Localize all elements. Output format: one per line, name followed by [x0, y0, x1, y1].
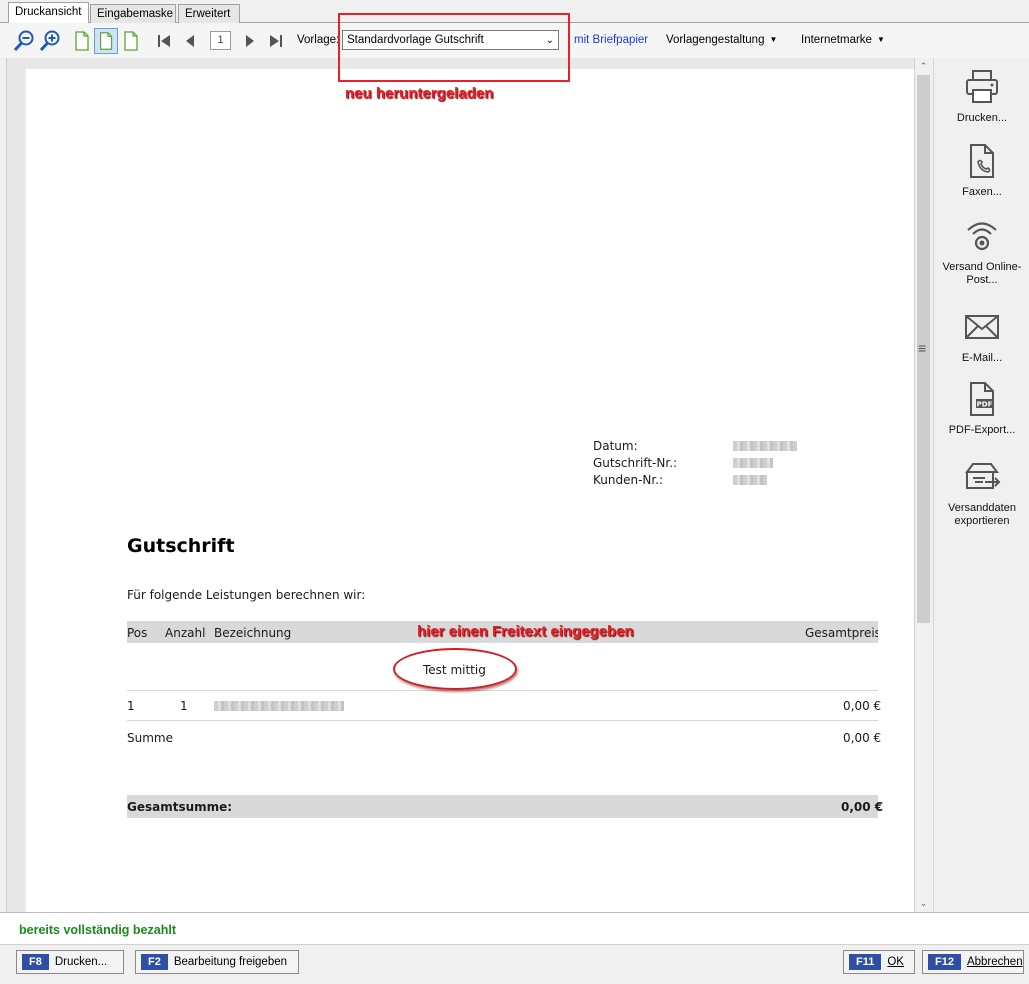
- fax-icon: [970, 144, 994, 178]
- column-bezeichnung: Bezeichnung: [214, 626, 292, 640]
- dropdown-arrow-icon: ▼: [876, 35, 885, 44]
- divider: [127, 690, 878, 691]
- column-gesamtpreis: Gesamtpreis: [805, 626, 878, 640]
- tab-eingabemaske[interactable]: Eingabemaske: [90, 4, 176, 23]
- footer-bar: F8 Drucken... F2 Bearbeitung freigeben F11…: [0, 944, 1029, 984]
- single-page-icon[interactable]: [70, 29, 94, 53]
- annotation-freetext-note: hier einen Freitext eingegeben: [417, 623, 634, 640]
- redacted-gutschrift-nr: [733, 458, 773, 468]
- action-panel: Drucken... Faxen... Versand Online-Post.…: [933, 58, 1029, 912]
- annotation-box: [338, 13, 570, 82]
- drucken-button[interactable]: F8 Drucken...: [16, 950, 124, 974]
- full-page-icon[interactable]: [119, 29, 143, 53]
- document-page: [26, 69, 914, 912]
- printer-icon: [966, 70, 998, 103]
- pdf-export-action-label: PDF-Export...: [948, 424, 1016, 436]
- print-action-label: Drucken...: [956, 112, 1008, 124]
- divider: [127, 720, 878, 721]
- summe-value: 0,00 €: [843, 731, 882, 745]
- payment-status: bereits vollständig bezahlt: [19, 923, 176, 937]
- gesamtsumme-label: Gesamtsumme:: [127, 800, 233, 814]
- bearbeitung-freigeben-button[interactable]: F2 Bearbeitung freigeben: [135, 950, 299, 974]
- annotation-ellipse: [393, 648, 517, 690]
- print-action[interactable]: Drucken...: [934, 68, 1029, 125]
- last-page-icon[interactable]: [264, 29, 288, 53]
- row-anzahl: 1: [180, 699, 188, 713]
- column-pos: Pos: [127, 626, 148, 640]
- redacted-datum: [733, 441, 797, 451]
- tab-druckansicht[interactable]: Druckansicht: [8, 2, 89, 24]
- intro-text: Für folgende Leistungen berechnen wir:: [127, 588, 366, 602]
- drucken-button-label: Drucken...: [54, 956, 108, 968]
- row-pos: 1: [127, 699, 135, 713]
- row-gesamtpreis: 0,00 €: [843, 699, 882, 713]
- gutschrift-nr-label: Gutschrift-Nr.:: [593, 456, 678, 470]
- next-page-icon[interactable]: [238, 29, 262, 53]
- svg-text:PDF: PDF: [977, 401, 993, 409]
- hotkey-badge: F2: [141, 954, 168, 970]
- internetmarke-menu[interactable]: Internetmarke ▼: [801, 34, 885, 46]
- status-bar: bereits vollständig bezahlt: [0, 912, 1029, 944]
- pdf-icon: PDF: [970, 382, 994, 416]
- hotkey-badge: F11: [849, 954, 882, 970]
- abbrechen-button-label: Abbrechen: [966, 956, 1023, 968]
- email-action[interactable]: E-Mail...: [934, 308, 1029, 365]
- versanddaten-action-label: Versanddaten exportieren: [948, 502, 1016, 527]
- online-post-action-label: Versand Online-Post...: [942, 261, 1022, 286]
- page-width-button[interactable]: [94, 28, 118, 54]
- scroll-down-icon[interactable]: ⌄: [915, 895, 932, 911]
- zoom-out-icon[interactable]: [12, 29, 36, 53]
- vorlagengestaltung-menu[interactable]: Vorlagengestaltung ▼: [666, 34, 777, 46]
- abbrechen-button[interactable]: F12 Abbrechen: [922, 950, 1024, 974]
- zoom-in-icon[interactable]: [38, 29, 62, 53]
- previous-page-icon[interactable]: [178, 29, 202, 53]
- gesamtsumme-row: [127, 795, 878, 818]
- fax-action[interactable]: Faxen...: [934, 142, 1029, 199]
- first-page-icon[interactable]: [152, 29, 176, 53]
- column-anzahl: Anzahl: [165, 626, 206, 640]
- redacted-bezeichnung: [214, 701, 344, 711]
- annotation-box-note: neu heruntergeladen: [345, 85, 494, 102]
- splitter-grip-icon[interactable]: ≡: [918, 340, 926, 356]
- email-action-label: E-Mail...: [961, 352, 1003, 364]
- internetmarke-label: Internetmarke: [801, 34, 872, 46]
- datum-label: Datum:: [593, 439, 638, 453]
- pdf-export-action[interactable]: PDF PDF-Export...: [934, 380, 1029, 437]
- ok-button[interactable]: F11 OK: [843, 950, 915, 974]
- vorlagengestaltung-label: Vorlagengestaltung: [666, 34, 765, 46]
- summe-label: Summe: [127, 731, 173, 745]
- document-title: Gutschrift: [127, 535, 235, 557]
- envelope-icon: [965, 315, 999, 339]
- bearbeitung-freigeben-label: Bearbeitung freigeben: [173, 956, 288, 968]
- online-post-icon: [967, 222, 997, 251]
- box-export-icon: [965, 463, 1001, 489]
- page-width-icon: [99, 32, 113, 50]
- dropdown-arrow-icon: ▼: [769, 35, 778, 44]
- vorlage-label: Vorlage:: [297, 34, 340, 46]
- hotkey-badge: F8: [22, 954, 49, 970]
- vertical-scrollbar[interactable]: ⌃ ⌄: [914, 58, 932, 912]
- online-post-action[interactable]: Versand Online-Post...: [934, 217, 1029, 287]
- fax-action-label: Faxen...: [962, 186, 1002, 198]
- briefpapier-link[interactable]: mit Briefpapier: [574, 34, 648, 46]
- ok-button-label: OK: [887, 956, 904, 968]
- kunden-nr-label: Kunden-Nr.:: [593, 473, 664, 487]
- scroll-up-icon[interactable]: ⌃: [915, 58, 932, 74]
- tab-erweitert[interactable]: Erweitert: [178, 4, 240, 23]
- versanddaten-action[interactable]: Versanddaten exportieren: [934, 458, 1029, 528]
- hotkey-badge: F12: [928, 954, 961, 970]
- redacted-kunden-nr: [733, 475, 767, 485]
- page-number-input[interactable]: 1: [210, 31, 231, 50]
- gesamtsumme-value: 0,00 €: [841, 800, 884, 814]
